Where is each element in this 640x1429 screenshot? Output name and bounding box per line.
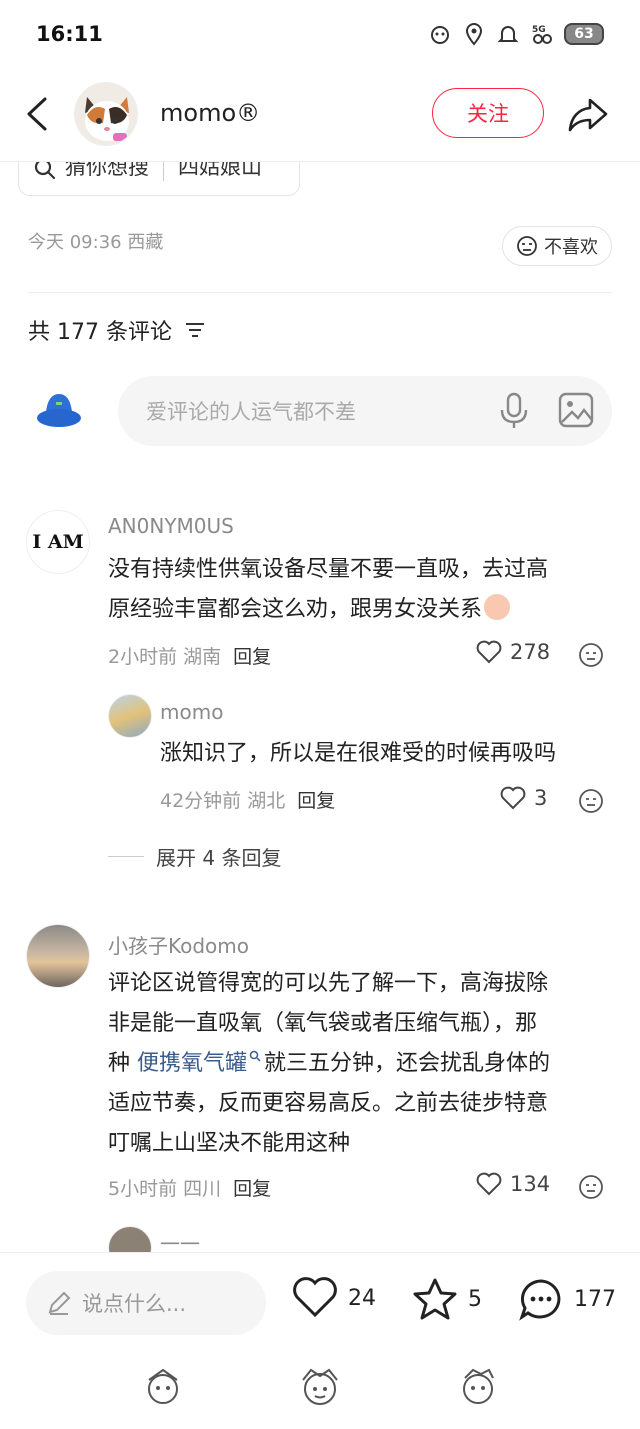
bottom-action-bar: 说点什么... 24 5 177 bbox=[0, 1252, 640, 1352]
signal-5g-icon: 5G bbox=[532, 25, 552, 44]
cat-avatar-icon bbox=[75, 83, 137, 145]
reply-button[interactable]: 回复 bbox=[233, 646, 271, 668]
like-button[interactable]: 3 bbox=[500, 786, 547, 810]
expand-divider bbox=[108, 856, 144, 857]
heart-icon bbox=[476, 1172, 502, 1196]
status-bar: 16:11 5G 63 bbox=[0, 0, 640, 72]
back-button[interactable] bbox=[18, 94, 58, 134]
author-name[interactable]: momo® bbox=[160, 99, 260, 127]
comment-count-header: 共 177 条评论 bbox=[28, 314, 206, 346]
reply-time-location: 42分钟前 湖北 bbox=[160, 790, 286, 812]
character-recents-icon[interactable] bbox=[455, 1366, 501, 1412]
dislike-button[interactable]: 不喜欢 bbox=[502, 226, 612, 266]
battery-indicator: 63 bbox=[564, 23, 604, 45]
heart-icon bbox=[476, 640, 502, 664]
crying-emoji-icon bbox=[484, 594, 511, 620]
comment-meta: 2小时前 湖南 回复 bbox=[108, 642, 271, 669]
comment-text: 评论区说管得宽的可以先了解一下，高海拔除 非是能一直吸氧（氧气袋或者压缩气瓶），… bbox=[108, 964, 620, 1164]
comment-text-line: 评论区说管得宽的可以先了解一下，高海拔除 bbox=[108, 971, 549, 996]
collect-count: 5 bbox=[468, 1286, 482, 1312]
post-header: momo® 关注 bbox=[0, 72, 640, 162]
cat-status-icon bbox=[431, 26, 449, 44]
like-count: 278 bbox=[510, 640, 551, 664]
commenter-name[interactable]: AN0NYM0US bbox=[108, 514, 234, 538]
commenter-name[interactable]: 小孩子Kodomo bbox=[108, 930, 249, 959]
reply-meta: 42分钟前 湖北 回复 bbox=[160, 786, 335, 813]
collect-button[interactable]: 5 bbox=[412, 1277, 482, 1321]
comment-total-count: 177 bbox=[574, 1286, 616, 1312]
heart-icon bbox=[293, 1277, 337, 1318]
like-post-count: 24 bbox=[348, 1285, 376, 1311]
frown-icon bbox=[517, 236, 537, 256]
say-something-input[interactable]: 说点什么... bbox=[26, 1271, 266, 1335]
commenter-avatar[interactable] bbox=[26, 924, 90, 988]
expand-replies-button[interactable]: 展开 4 条回复 bbox=[108, 842, 281, 871]
comment-text-line: 适应节奏，反而更容易高反。之前去徒步特意 bbox=[108, 1091, 549, 1116]
search-icon bbox=[249, 1050, 261, 1062]
microphone-icon[interactable] bbox=[498, 392, 530, 430]
comment-time-location: 5小时前 四川 bbox=[108, 1178, 222, 1200]
like-button[interactable]: 134 bbox=[476, 1172, 550, 1196]
avatar-text: I AM bbox=[32, 531, 84, 553]
comment-meta: 5小时前 四川 回复 bbox=[108, 1174, 271, 1201]
comment-text-line: 没有持续性供氧设备尽量不要一直吸，去过高 bbox=[108, 557, 549, 582]
like-count: 3 bbox=[534, 786, 548, 810]
commenter-avatar[interactable]: I AM bbox=[26, 510, 90, 574]
reaction-icon[interactable] bbox=[578, 1174, 604, 1200]
say-placeholder: 说点什么... bbox=[82, 1292, 187, 1316]
image-icon[interactable] bbox=[558, 392, 594, 428]
comment-button[interactable]: 177 bbox=[518, 1277, 616, 1321]
replier-name[interactable]: momo bbox=[160, 700, 223, 724]
character-back-icon[interactable] bbox=[140, 1366, 186, 1412]
comment-count-text: 共 177 条评论 bbox=[28, 320, 172, 345]
comment-input-placeholder: 爱评论的人运气都不差 bbox=[146, 400, 356, 424]
heart-icon bbox=[500, 786, 526, 810]
comment-text-line: 种 便携氧气罐 就三五分钟，还会扰乱身体的 bbox=[108, 1050, 551, 1076]
system-navigation-bar bbox=[0, 1352, 640, 1429]
expand-replies-label: 展开 4 条回复 bbox=[156, 846, 282, 870]
post-time-location: 今天 09:36 西藏 bbox=[28, 232, 164, 253]
like-button[interactable]: 278 bbox=[476, 640, 550, 664]
location-icon bbox=[465, 22, 483, 46]
comment-bubble-icon bbox=[519, 1279, 561, 1321]
chevron-left-icon bbox=[27, 97, 47, 131]
bell-icon bbox=[497, 26, 519, 42]
dislike-label: 不喜欢 bbox=[544, 237, 598, 258]
comment-text: 没有持续性供氧设备尽量不要一直吸，去过高 原经验丰富都会这么劝，跟男女没关系 bbox=[108, 550, 618, 630]
status-time: 16:11 bbox=[36, 22, 103, 46]
reaction-icon[interactable] bbox=[578, 642, 604, 668]
bucket-hat-icon bbox=[37, 394, 81, 427]
section-divider bbox=[28, 292, 612, 293]
search-link[interactable]: 便携氧气罐 bbox=[137, 1051, 247, 1076]
reply-button[interactable]: 回复 bbox=[233, 1178, 271, 1200]
comment-time-location: 2小时前 湖南 bbox=[108, 646, 222, 668]
status-icons: 5G 63 bbox=[428, 22, 604, 46]
share-button[interactable] bbox=[566, 92, 610, 136]
svg-text:5G: 5G bbox=[532, 25, 546, 35]
pencil-icon bbox=[48, 1291, 71, 1315]
comment-text-line: 原经验丰富都会这么劝，跟男女没关系 bbox=[108, 590, 618, 630]
star-icon bbox=[413, 1278, 457, 1320]
character-home-icon[interactable] bbox=[297, 1366, 343, 1412]
comment-input[interactable]: 爱评论的人运气都不差 bbox=[118, 376, 612, 446]
replier-avatar[interactable] bbox=[108, 694, 152, 738]
my-avatar bbox=[36, 390, 82, 430]
comment-text-line: 非是能一直吸氧（氧气袋或者压缩气瓶），那 bbox=[108, 1011, 538, 1036]
reaction-icon[interactable] bbox=[578, 788, 604, 814]
reply-text: 涨知识了，所以是在很难受的时候再吸吗 bbox=[160, 741, 557, 766]
like-count: 134 bbox=[510, 1172, 551, 1196]
comment-text-line: 叮嘱上山坚决不能用这种 bbox=[108, 1131, 351, 1156]
like-post-button[interactable]: 24 bbox=[292, 1277, 376, 1319]
sort-icon[interactable] bbox=[184, 321, 206, 339]
author-avatar[interactable] bbox=[74, 82, 138, 146]
share-arrow-icon bbox=[568, 98, 608, 132]
follow-button[interactable]: 关注 bbox=[432, 88, 544, 138]
reply-button[interactable]: 回复 bbox=[297, 790, 335, 812]
